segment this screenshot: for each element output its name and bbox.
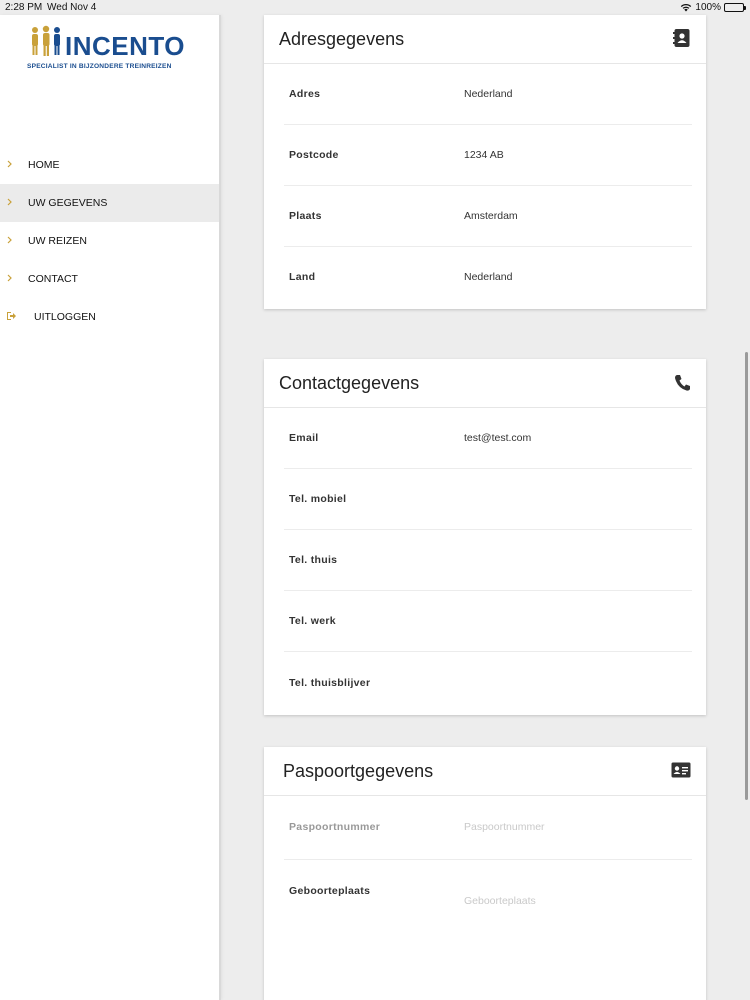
field-value: Amsterdam bbox=[464, 210, 518, 222]
home-phone-row: Tel. thuis bbox=[284, 530, 692, 591]
sidebar-item-uw-reizen[interactable]: UW REIZEN bbox=[0, 222, 219, 260]
contact-book-icon bbox=[673, 29, 690, 47]
field-label: Paspoortnummer bbox=[289, 821, 381, 833]
wifi-icon bbox=[681, 4, 692, 12]
country-row: Land Nederland bbox=[284, 247, 692, 308]
field-label: Land bbox=[289, 271, 316, 283]
chevron-right-icon bbox=[7, 236, 12, 244]
logo: INCENTO SPECIALIST IN BIJZONDERE TREINRE… bbox=[27, 25, 197, 75]
status-date: Wed Nov 4 bbox=[47, 2, 97, 13]
sidebar-item-label: UW GEGEVENS bbox=[28, 197, 108, 209]
field-value: Paspoortnummer bbox=[464, 821, 545, 833]
status-bar: 2:28 PM Wed Nov 4 100% bbox=[0, 0, 750, 15]
field-value: 1234 AB bbox=[464, 149, 504, 161]
card-title: Paspoortgegevens bbox=[283, 761, 434, 781]
work-phone-row: Tel. werk bbox=[284, 591, 692, 652]
card-header: Paspoortgegevens bbox=[264, 747, 706, 796]
scrollbar[interactable] bbox=[745, 352, 748, 800]
field-value: test@test.com bbox=[464, 432, 532, 444]
birthplace-row: Geboorteplaats Geboorteplaats bbox=[284, 860, 692, 970]
sidebar-item-label: HOME bbox=[28, 159, 60, 171]
chevron-right-icon bbox=[7, 160, 12, 168]
field-label: Geboorteplaats bbox=[289, 885, 371, 897]
field-value: Nederland bbox=[464, 271, 513, 283]
card-title: Adresgegevens bbox=[279, 29, 405, 49]
chevron-right-icon bbox=[7, 198, 12, 206]
chevron-right-icon bbox=[7, 274, 12, 282]
field-value: Nederland bbox=[464, 88, 513, 100]
sidebar-item-logout[interactable]: UITLOGGEN bbox=[0, 298, 219, 336]
field-label: Tel. mobiel bbox=[289, 493, 347, 505]
sidebar-menu: HOME UW GEGEVENS UW REIZEN CONTACT UITLO… bbox=[0, 146, 219, 336]
battery-percent: 100% bbox=[695, 2, 721, 13]
passport-card: Paspoortgegevens Paspoortnummer Paspoort… bbox=[264, 747, 706, 1000]
field-value: Geboorteplaats bbox=[464, 895, 536, 907]
sidebar-item-label: UW REIZEN bbox=[28, 235, 87, 247]
phone-icon bbox=[675, 375, 690, 391]
card-title: Contactgegevens bbox=[279, 373, 420, 393]
sidebar: INCENTO SPECIALIST IN BIJZONDERE TREINRE… bbox=[0, 15, 221, 1000]
id-card-icon bbox=[671, 762, 691, 778]
card-header: Adresgegevens bbox=[264, 15, 706, 64]
field-label: Plaats bbox=[289, 210, 322, 222]
status-right: 100% bbox=[680, 2, 746, 13]
logo-brand: INCENTO bbox=[65, 31, 186, 61]
city-row: Plaats Amsterdam bbox=[284, 186, 692, 247]
field-label: Email bbox=[289, 432, 319, 444]
logout-icon bbox=[7, 312, 16, 320]
stay-home-phone-row: Tel. thuisblijver bbox=[284, 653, 692, 714]
card-header: Contactgegevens bbox=[264, 359, 706, 408]
field-label: Tel. thuis bbox=[289, 554, 338, 566]
status-time: 2:28 PM bbox=[5, 2, 43, 13]
people-logo-icon bbox=[32, 25, 60, 56]
sidebar-item-home[interactable]: HOME bbox=[0, 146, 219, 184]
logo-tagline: SPECIALIST IN BIJZONDERE TREINREIZEN bbox=[27, 63, 172, 70]
field-label: Tel. werk bbox=[289, 615, 336, 627]
field-label: Adres bbox=[289, 88, 321, 100]
address-row: Adres Nederland bbox=[284, 64, 692, 125]
address-card: Adresgegevens Adres Nederland Postcode 1… bbox=[264, 15, 706, 309]
battery-icon bbox=[724, 3, 746, 12]
mobile-row: Tel. mobiel bbox=[284, 469, 692, 530]
contact-card: Contactgegevens Email test@test.com Tel.… bbox=[264, 359, 706, 715]
sidebar-item-uw-gegevens[interactable]: UW GEGEVENS bbox=[0, 184, 219, 222]
email-row: Email test@test.com bbox=[284, 408, 692, 469]
postcode-row: Postcode 1234 AB bbox=[284, 125, 692, 186]
sidebar-item-label: CONTACT bbox=[28, 273, 78, 285]
sidebar-item-contact[interactable]: CONTACT bbox=[0, 260, 219, 298]
field-label: Tel. thuisblijver bbox=[289, 677, 371, 689]
sidebar-item-label: UITLOGGEN bbox=[34, 311, 96, 323]
passport-number-row: Paspoortnummer Paspoortnummer bbox=[284, 796, 692, 860]
field-label: Postcode bbox=[289, 149, 339, 161]
